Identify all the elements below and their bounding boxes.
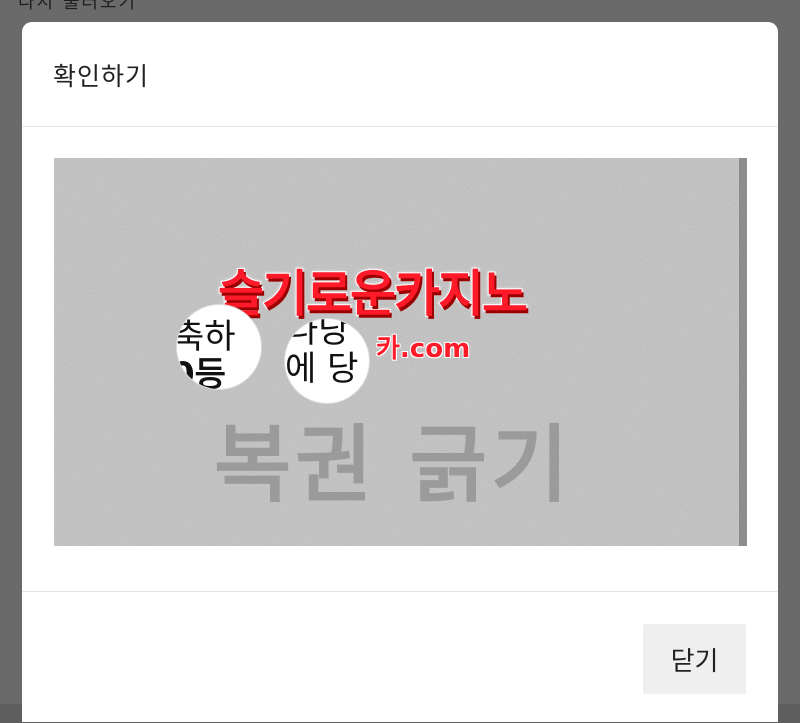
scratched-spot-2[interactable]: 나낭 에 당 [284, 318, 370, 404]
confirm-dialog: 확인하기 복권 긁기 슬기로운카지노 카.com 축하 0등 나낭 에 당 닫기 [22, 22, 778, 722]
brand-domain: 카.com [376, 334, 471, 364]
background-page-text: 다시 불러오기 [18, 0, 138, 13]
dialog-header: 확인하기 [22, 22, 778, 127]
scratch-card-image: 복권 긁기 슬기로운카지노 카.com 축하 0등 나낭 에 당 [54, 158, 747, 546]
dialog-footer: 닫기 [22, 591, 778, 723]
close-button[interactable]: 닫기 [643, 624, 746, 694]
image-edge [739, 158, 747, 546]
scratch-title: 복권 긁기 [214, 416, 573, 514]
scratched-spot-1[interactable]: 축하 0등 [176, 304, 262, 390]
dialog-title: 확인하기 [53, 62, 150, 91]
scratched-text-2b: 에 당 [285, 349, 359, 389]
scratched-text-1b: 0등 [176, 355, 226, 390]
brand-logo: 슬기로운카지노 [217, 264, 529, 324]
